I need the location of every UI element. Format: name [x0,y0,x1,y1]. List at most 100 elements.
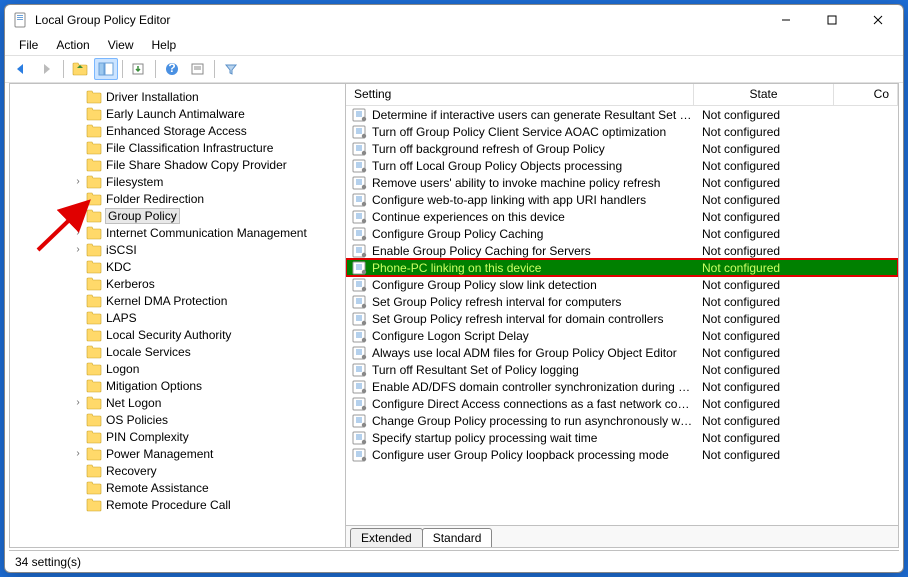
setting-icon [352,244,368,258]
menu-help[interactable]: Help [144,36,185,54]
setting-row[interactable]: Configure Group Policy CachingNot config… [346,225,898,242]
setting-row[interactable]: Configure Direct Access connections as a… [346,395,898,412]
tree-item[interactable]: Enhanced Storage Access [10,122,345,139]
show-hide-tree-button[interactable] [94,58,118,80]
tree-pane[interactable]: Driver Installation Early Launch Antimalw… [10,84,346,547]
setting-row[interactable]: Remove users' ability to invoke machine … [346,174,898,191]
setting-state: Not configured [694,244,824,258]
tree-item[interactable]: ›Filesystem [10,173,345,190]
menu-file[interactable]: File [11,36,46,54]
setting-row[interactable]: Enable AD/DFS domain controller synchron… [346,378,898,395]
folder-icon [86,362,102,376]
tree-item[interactable]: File Classification Infrastructure [10,139,345,156]
forward-button[interactable] [35,58,59,80]
tree-item[interactable]: KDC [10,258,345,275]
setting-row[interactable]: Turn off background refresh of Group Pol… [346,140,898,157]
list-pane: Setting State Co Determine if interactiv… [346,84,898,547]
tree-item[interactable]: Remote Assistance [10,479,345,496]
setting-state: Not configured [694,125,824,139]
setting-icon [352,176,368,190]
tree-item[interactable]: PIN Complexity [10,428,345,445]
folder-icon [86,192,102,206]
expand-icon[interactable]: › [72,448,84,459]
setting-row[interactable]: Configure Group Policy slow link detecti… [346,276,898,293]
tree-item[interactable]: Mitigation Options [10,377,345,394]
tree-item[interactable]: Kerberos [10,275,345,292]
setting-row[interactable]: Configure user Group Policy loopback pro… [346,446,898,463]
folder-icon [86,107,102,121]
setting-icon [352,346,368,360]
window-title: Local Group Policy Editor [35,13,763,27]
setting-row[interactable]: Enable Group Policy Caching for ServersN… [346,242,898,259]
expand-icon[interactable]: › [72,244,84,255]
tree-item[interactable]: Driver Installation [10,88,345,105]
tree-item[interactable]: ›Net Logon [10,394,345,411]
setting-state: Not configured [694,329,824,343]
menu-view[interactable]: View [100,36,142,54]
list-header[interactable]: Setting State Co [346,84,898,106]
setting-row[interactable]: Turn off Group Policy Client Service AOA… [346,123,898,140]
setting-row[interactable]: Set Group Policy refresh interval for do… [346,310,898,327]
tree-item[interactable]: LAPS [10,309,345,326]
setting-state: Not configured [694,397,824,411]
setting-name: Phone-PC linking on this device [372,261,694,275]
tree-item[interactable]: Local Security Authority [10,326,345,343]
tree-item[interactable]: Locale Services [10,343,345,360]
tab-standard[interactable]: Standard [422,528,493,548]
status-text: 34 setting(s) [15,555,81,569]
setting-row[interactable]: Phone-PC linking on this deviceNot confi… [346,259,898,276]
tree-item[interactable]: File Share Shadow Copy Provider [10,156,345,173]
tree-item[interactable]: Early Launch Antimalware [10,105,345,122]
menu-action[interactable]: Action [48,36,97,54]
help-button[interactable]: ? [160,58,184,80]
back-button[interactable] [9,58,33,80]
tab-extended[interactable]: Extended [350,528,423,548]
tree-item[interactable]: ›Internet Communication Management [10,224,345,241]
properties-button[interactable] [186,58,210,80]
maximize-button[interactable] [809,5,855,35]
tree-item-label: Group Policy [106,209,179,223]
setting-row[interactable]: Configure web-to-app linking with app UR… [346,191,898,208]
tree-item[interactable]: Remote Procedure Call [10,496,345,513]
folder-icon [86,396,102,410]
expand-icon[interactable]: › [72,227,84,238]
setting-row[interactable]: Set Group Policy refresh interval for co… [346,293,898,310]
tree-item[interactable]: Logon [10,360,345,377]
column-comment[interactable]: Co [834,84,898,105]
column-setting[interactable]: Setting [346,84,694,105]
tree-item[interactable]: ›iSCSI [10,241,345,258]
export-button[interactable] [127,58,151,80]
tree-item-label: Early Launch Antimalware [106,107,245,121]
view-tabs: Extended Standard [346,525,898,547]
folder-tree[interactable]: Driver Installation Early Launch Antimalw… [10,88,345,513]
column-state[interactable]: State [694,84,834,105]
up-button[interactable] [68,58,92,80]
setting-name: Configure Group Policy Caching [372,227,694,241]
titlebar[interactable]: Local Group Policy Editor [5,5,903,35]
close-button[interactable] [855,5,901,35]
setting-row[interactable]: Configure Logon Script DelayNot configur… [346,327,898,344]
setting-state: Not configured [694,176,824,190]
tree-item[interactable]: Folder Redirection [10,190,345,207]
setting-row[interactable]: Change Group Policy processing to run as… [346,412,898,429]
setting-row[interactable]: Always use local ADM files for Group Pol… [346,344,898,361]
tree-item-label: Mitigation Options [106,379,202,393]
tree-item[interactable]: Group Policy [10,207,345,224]
setting-state: Not configured [694,193,824,207]
tree-item[interactable]: Recovery [10,462,345,479]
expand-icon[interactable]: › [72,397,84,408]
settings-list[interactable]: Determine if interactive users can gener… [346,106,898,525]
tree-item[interactable]: OS Policies [10,411,345,428]
setting-row[interactable]: Specify startup policy processing wait t… [346,429,898,446]
filter-button[interactable] [219,58,243,80]
app-icon [13,12,29,28]
tree-item[interactable]: Kernel DMA Protection [10,292,345,309]
setting-row[interactable]: Continue experiences on this deviceNot c… [346,208,898,225]
setting-icon [352,312,368,326]
setting-row[interactable]: Turn off Resultant Set of Policy logging… [346,361,898,378]
setting-row[interactable]: Turn off Local Group Policy Objects proc… [346,157,898,174]
tree-item[interactable]: ›Power Management [10,445,345,462]
minimize-button[interactable] [763,5,809,35]
expand-icon[interactable]: › [72,176,84,187]
setting-row[interactable]: Determine if interactive users can gener… [346,106,898,123]
